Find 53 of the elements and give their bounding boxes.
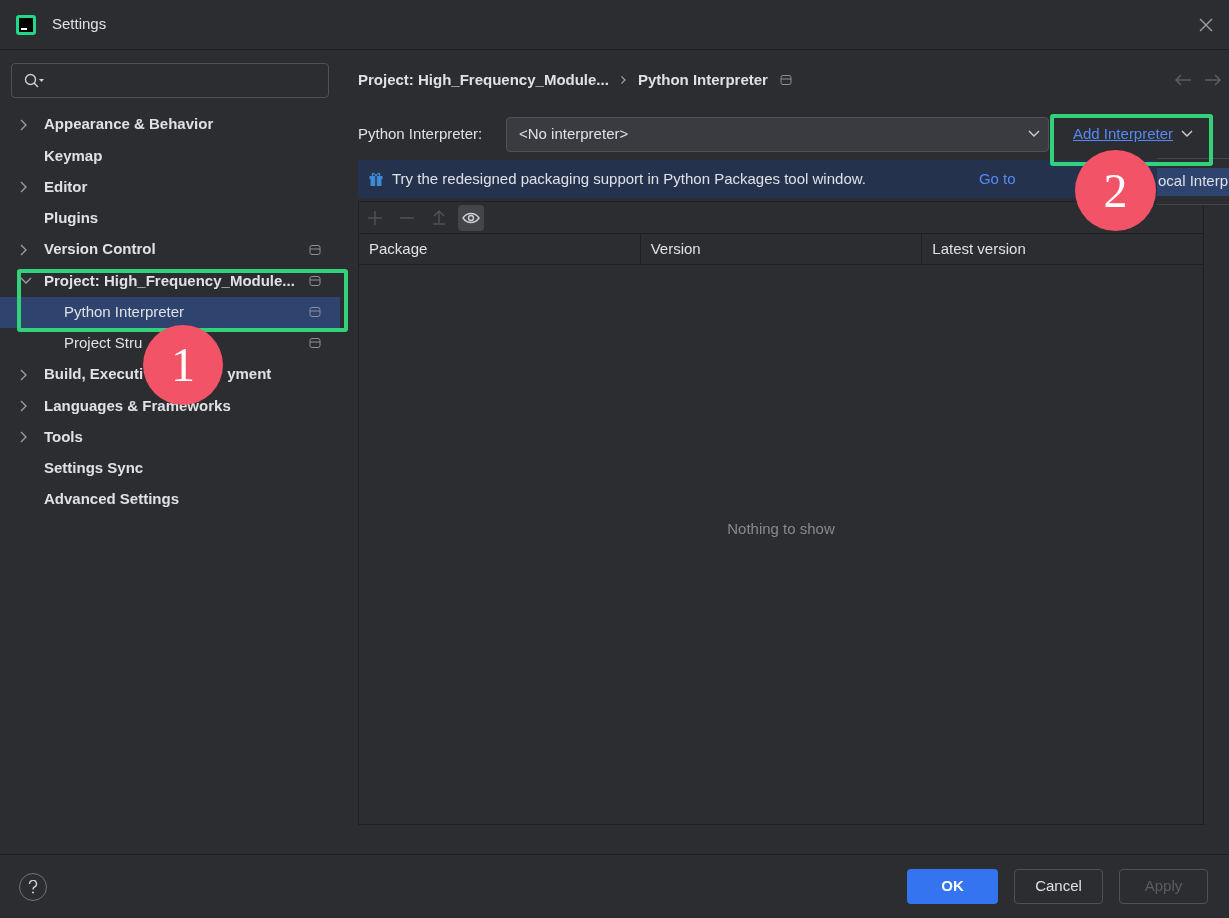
window-icon <box>309 243 321 256</box>
window-icon <box>309 306 321 319</box>
chevron-right-icon[interactable] <box>20 399 28 412</box>
banner-link[interactable]: Go to <box>978 167 1016 191</box>
tree-item[interactable]: Advanced Settings <box>0 484 340 516</box>
tree-item[interactable]: Project: High_Frequency_Module... <box>0 265 340 297</box>
popup-item[interactable]: ocal Interp <box>1157 167 1229 196</box>
window-icon <box>309 337 321 350</box>
tree-item[interactable]: Appearance & Behavior <box>0 109 340 141</box>
tree-item[interactable]: Python Interpreter <box>0 296 340 328</box>
chevron-right-icon[interactable] <box>20 431 28 444</box>
add-interpreter-link[interactable]: Add Interpreter <box>1073 122 1174 146</box>
tree-item[interactable]: Settings Sync <box>0 452 340 484</box>
tree-item-label[interactable]: Build, Executi <box>44 363 144 386</box>
app-logo-icon <box>16 14 36 35</box>
toolbar-button[interactable] <box>458 204 484 231</box>
empty-state-text: Nothing to show <box>727 519 835 540</box>
column-header[interactable]: Latest version <box>932 237 1026 261</box>
chevron-right-icon <box>620 76 626 84</box>
tree-item-label[interactable]: yment <box>227 363 272 386</box>
breadcrumb-item[interactable]: Project: High_Frequency_Module... <box>358 68 609 92</box>
upload-icon <box>432 210 446 225</box>
tree-item[interactable]: Plugins <box>0 202 340 234</box>
tree-item[interactable]: Tools <box>0 421 340 453</box>
chevron-right-icon[interactable] <box>20 181 28 194</box>
column-header[interactable]: Version <box>650 237 701 261</box>
question-mark-icon <box>28 879 38 894</box>
chevron-right-icon[interactable] <box>20 243 28 256</box>
tree-item[interactable]: Editor <box>0 171 340 203</box>
window-icon <box>779 74 792 86</box>
eye-icon <box>462 211 480 224</box>
search-field[interactable] <box>11 63 329 98</box>
search-icon <box>24 72 46 89</box>
chevron-down-icon[interactable] <box>20 276 32 285</box>
dialog-button[interactable]: Cancel <box>1014 869 1103 904</box>
step-number-badge: 2 <box>1075 150 1156 231</box>
add-icon <box>368 210 382 225</box>
banner-text: Try the redesigned packaging support in Python Packages tool window. <box>392 168 866 189</box>
chevron-right-icon[interactable] <box>20 118 28 131</box>
chevron-down-icon <box>1181 130 1194 138</box>
close-icon[interactable] <box>1199 17 1213 32</box>
breadcrumb-item: Python Interpreter <box>637 69 768 90</box>
chevron-right-icon[interactable] <box>20 368 28 381</box>
column-header[interactable]: Package <box>369 237 428 261</box>
window-title: Settings <box>52 14 107 35</box>
interpreter-dropdown[interactable]: <No interpreter> <box>506 116 1049 152</box>
field-label: Python Interpreter: <box>358 123 484 144</box>
dialog-button[interactable]: OK <box>907 869 998 904</box>
window-icon <box>309 274 321 287</box>
gift-icon <box>368 171 384 187</box>
tree-item[interactable]: Keymap <box>0 140 340 172</box>
tree-item[interactable]: Version Control <box>0 234 340 266</box>
chevron-down-icon <box>1028 130 1040 138</box>
